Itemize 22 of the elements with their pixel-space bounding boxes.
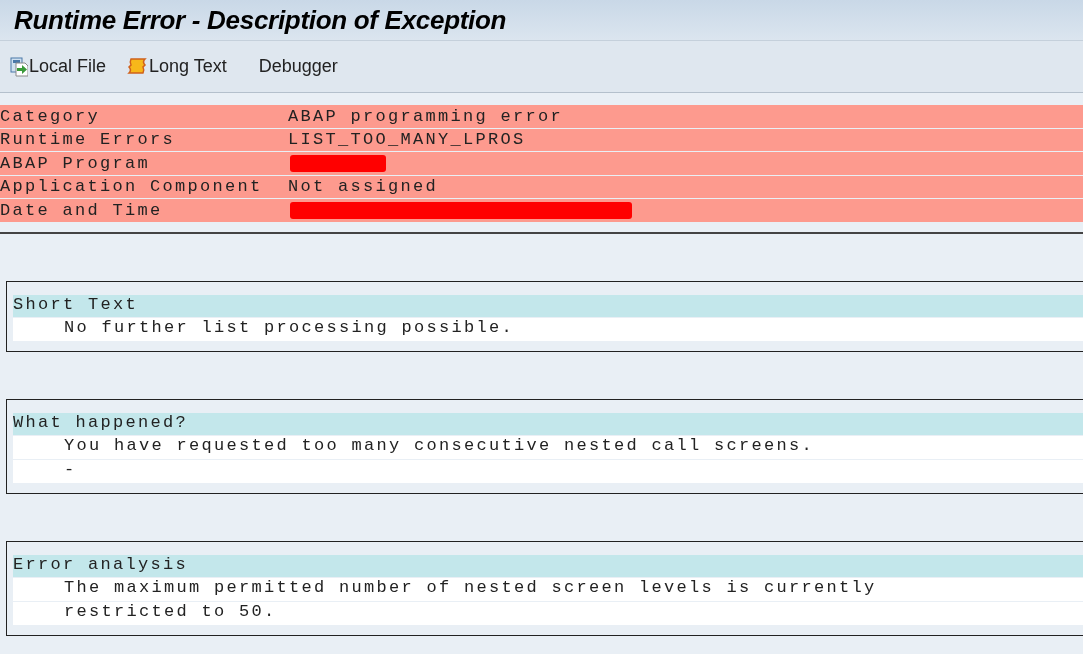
toolbar-button[interactable]: Long Text	[126, 54, 235, 79]
field-label: Runtime Errors	[0, 130, 177, 150]
section-text: The maximum permitted number of nested screen levels is currently	[13, 577, 1083, 601]
section-text: -	[13, 459, 1083, 483]
field-value: LIST_TOO_MANY_LPROS	[288, 130, 526, 150]
section-title: Error analysis	[13, 554, 1083, 577]
toolbar-button[interactable]: Local File	[10, 54, 115, 79]
scroll-icon	[126, 56, 149, 77]
field-value: Not assigned	[288, 177, 439, 197]
field-label: Date and Time	[0, 200, 164, 220]
section-title: Short Text	[13, 294, 1083, 317]
window-title: Runtime Error - Description of Exception	[14, 4, 507, 36]
section-text: No further list processing possible.	[13, 317, 1083, 341]
section-text: You have requested too many consecutive nested call screens.	[13, 435, 1083, 459]
export-icon	[10, 56, 28, 77]
toolbar-button[interactable]: Debugger	[246, 54, 346, 79]
section-title: What happened?	[13, 412, 1083, 435]
field-value: ABAP programming error	[288, 106, 564, 126]
field-label: ABAP Program	[0, 153, 152, 173]
field-label: Application Component	[0, 177, 264, 197]
section-text: restricted to 50.	[13, 601, 1083, 625]
field-label: Category	[0, 106, 101, 126]
